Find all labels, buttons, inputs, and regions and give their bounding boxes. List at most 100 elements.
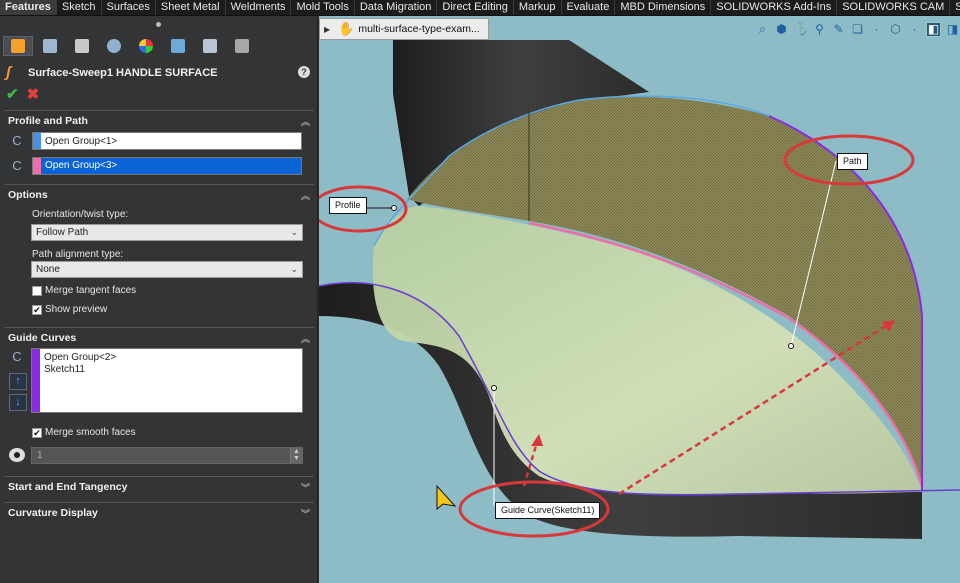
zoom-area-icon[interactable]: ⬢ [774, 22, 789, 37]
merge-smooth-checkbox[interactable]: ✔ Merge smooth faces [32, 427, 136, 438]
eye-icon[interactable] [9, 448, 25, 462]
list-item[interactable]: Open Group<2> [44, 352, 116, 364]
graphics-viewport[interactable]: ▶ ✋ multi-surface-type-exam... ⌕ ⬢ ⚓ ⚲ ✎… [319, 16, 960, 583]
ok-cancel-row: ✔ ✖ [6, 85, 39, 103]
tab-sheet-metal[interactable]: Sheet Metal [156, 0, 226, 15]
start-end-tangency-header[interactable]: Start and End Tangency ︾ [4, 477, 314, 497]
profile-selection-row: C Open Group<1> [8, 132, 302, 150]
view-orientation-icon[interactable]: ❏ [850, 22, 865, 37]
options-header[interactable]: Options ︽ [4, 185, 314, 205]
tab-solidworks-cam[interactable]: SOLIDWORKS CAM [837, 0, 951, 15]
appearance-icon[interactable]: ◨ [945, 22, 960, 37]
profile-path-header[interactable]: Profile and Path ︽ [4, 111, 314, 131]
mouse-cursor [436, 484, 457, 511]
curvature-spinbox[interactable]: 1 ▲ ▼ [31, 447, 303, 464]
feature-title: Surface-Sweep1 HANDLE SURFACE [28, 67, 218, 79]
profile-color-swatch [33, 133, 41, 149]
options-section: Options ︽ [4, 184, 314, 205]
cam-tool-tab[interactable] [227, 36, 257, 56]
tab-data-migration[interactable]: Data Migration [355, 0, 438, 15]
pie-icon [139, 39, 153, 53]
tab-features[interactable]: Features [0, 0, 57, 15]
section-title: Start and End Tangency [8, 481, 128, 493]
list-icon [43, 39, 57, 53]
curvature-display-header[interactable]: Curvature Display ︾ [4, 503, 314, 523]
guide-curve-callout: Guide Curve(Sketch11) [495, 502, 601, 519]
hide-show-icon[interactable]: ⬡ [888, 22, 903, 37]
dimxpert-tab[interactable] [99, 36, 129, 56]
path-icon: C [12, 158, 22, 173]
tab-solidworks-cam-2[interactable]: SOLIDWORKS CAM [950, 0, 960, 15]
tab-mbd-dimensions[interactable]: MBD Dimensions [615, 0, 712, 15]
guide-curves-list[interactable]: Open Group<2> Sketch11 [31, 348, 303, 413]
profile-selection-box[interactable]: Open Group<1> [32, 132, 302, 150]
zoom-to-fit-icon[interactable]: ⌕ [755, 22, 770, 37]
spin-arrows-icon[interactable]: ▲ ▼ [290, 448, 302, 463]
collapse-icon: ︽ [300, 333, 310, 344]
shaded-view-icon[interactable]: ◧ [926, 21, 941, 37]
cam-operation-tab[interactable] [195, 36, 225, 56]
tab-mold-tools[interactable]: Mold Tools [291, 0, 355, 15]
surface-sweep-icon: ʃ [6, 64, 11, 81]
merge-tangent-checkbox[interactable]: Merge tangent faces [32, 285, 136, 296]
move-down-button[interactable]: ↓ [9, 394, 27, 411]
show-preview-checkbox[interactable]: ✔ Show preview [32, 304, 107, 315]
path-selection-box[interactable]: Open Group<3> [32, 157, 302, 175]
config-icon [75, 39, 89, 53]
tab-weldments[interactable]: Weldments [226, 0, 292, 15]
path-color-swatch [33, 158, 41, 174]
tab-evaluate[interactable]: Evaluate [562, 0, 616, 15]
section-view-icon[interactable]: ⚲ [812, 22, 827, 37]
feature-tree-tab[interactable] [35, 36, 65, 56]
ok-button[interactable]: ✔ [6, 85, 19, 103]
cam-feature-tab[interactable] [163, 36, 193, 56]
orientation-dropdown[interactable]: Follow Path ⌄ [31, 224, 303, 241]
path-selection-row: C Open Group<3> [8, 157, 302, 175]
profile-path-section: Profile and Path ︽ [4, 110, 314, 131]
curvature-display-section: Curvature Display ︾ [4, 502, 314, 523]
manager-icon-bar [3, 36, 259, 56]
tab-markup[interactable]: Markup [514, 0, 562, 15]
orientation-value: Follow Path [36, 227, 89, 238]
chevron-down-icon: ⌄ [290, 264, 298, 274]
panel-grip[interactable] [156, 22, 161, 27]
section-title: Options [8, 189, 48, 201]
sweep-feature-icon [11, 39, 25, 53]
cancel-button[interactable]: ✖ [27, 85, 40, 103]
guide-curves-header[interactable]: Guide Curves ︽ [4, 328, 314, 348]
checkmark-icon: ✔ [32, 304, 42, 315]
profile-icon: C [12, 133, 22, 148]
section-title: Curvature Display [8, 507, 98, 519]
dynamic-annotation-icon[interactable]: ✎ [831, 22, 846, 37]
path-value: Open Group<3> [41, 158, 301, 174]
feature-header: ʃ Surface-Sweep1 HANDLE SURFACE ? [6, 64, 314, 82]
display-manager-tab[interactable] [131, 36, 161, 56]
tab-sketch[interactable]: Sketch [57, 0, 102, 15]
list-item[interactable]: Sketch11 [44, 364, 116, 376]
alignment-label: Path alignment type: [32, 249, 124, 260]
upper-body-face [339, 40, 393, 96]
start-end-tangency-section: Start and End Tangency ︾ [4, 476, 314, 497]
spin-value: 1 [37, 450, 43, 461]
alignment-value: None [36, 264, 60, 275]
cam-icon [171, 39, 185, 53]
move-up-button[interactable]: ↑ [9, 373, 27, 390]
display-style-icon[interactable]: · [869, 22, 884, 37]
tab-direct-editing[interactable]: Direct Editing [437, 0, 514, 15]
property-manager-tab[interactable] [3, 36, 33, 56]
configuration-tab[interactable] [67, 36, 97, 56]
heads-up-toolbar: ⌕ ⬢ ⚓ ⚲ ✎ ❏ · ⬡ · ◧ ◨ [755, 19, 960, 39]
path-callout: Path [837, 153, 868, 170]
tab-surfaces[interactable]: Surfaces [102, 0, 156, 15]
help-icon[interactable]: ? [298, 66, 310, 78]
model-graphics [319, 40, 960, 539]
guide-curves-section: Guide Curves ︽ [4, 327, 314, 348]
command-manager-tabs: Features Sketch Surfaces Sheet Metal Wel… [0, 0, 960, 16]
chevron-down-icon[interactable]: · [907, 22, 922, 37]
profile-callout: Profile [329, 197, 367, 214]
previous-view-icon[interactable]: ⚓ [793, 22, 808, 37]
tab-solidworks-add-ins[interactable]: SOLIDWORKS Add-Ins [711, 0, 838, 15]
breadcrumb[interactable]: ▶ ✋ multi-surface-type-exam... [319, 18, 489, 40]
alignment-dropdown[interactable]: None ⌄ [31, 261, 303, 278]
show-preview-label: Show preview [45, 304, 108, 315]
